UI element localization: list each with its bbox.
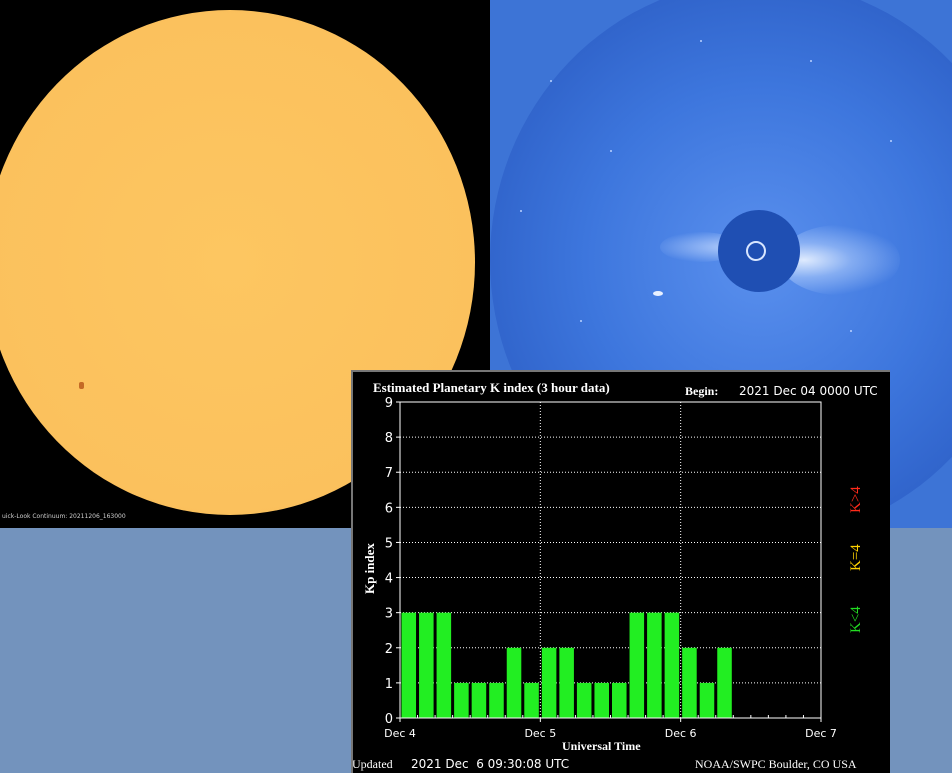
kp-bar (454, 682, 469, 718)
y-axis-label: Kp index (362, 543, 377, 594)
kp-bar (471, 682, 487, 718)
star-speck (850, 330, 852, 332)
kp-bar (524, 682, 539, 718)
plot-frame (399, 401, 822, 719)
kp-bar (559, 647, 574, 718)
y-tick-label: 7 (385, 466, 393, 481)
star-speck (890, 140, 892, 142)
kp-bar (612, 682, 627, 718)
y-tick-label: 6 (385, 501, 393, 516)
kp-bar (647, 612, 662, 718)
y-tick-label: 5 (385, 536, 393, 551)
begin-value: 2021 Dec 04 0000 UTC (739, 384, 878, 398)
legend-k-less-4: K<4 (848, 606, 864, 633)
star-speck (700, 40, 702, 42)
chart-title: Estimated Planetary K index (3 hour data… (373, 380, 610, 395)
kp-chart-svg: 0 1 2 3 4 5 6 7 8 9 Dec 4 Dec 5 Dec 6 Dec 7 Estimated… (353, 380, 878, 771)
kp-bar (664, 612, 680, 718)
kp-bar (401, 612, 417, 718)
y-tick-label: 8 (385, 431, 393, 446)
star-speck (550, 80, 552, 82)
x-tick-label: Dec 4 (384, 727, 416, 740)
y-tick-label: 9 (385, 396, 393, 411)
sun-position-ring (746, 241, 766, 261)
kp-bar (489, 682, 504, 718)
kp-bar (506, 647, 522, 718)
star-speck (520, 210, 522, 212)
credit-text: NOAA/SWPC Boulder, CO USA (695, 757, 857, 771)
kp-bar (594, 682, 609, 718)
kp-index-chart: 0 1 2 3 4 5 6 7 8 9 Dec 4 Dec 5 Dec 6 Dec 7 Estimated… (351, 370, 890, 773)
kp-bar (717, 647, 732, 718)
kp-bar (436, 612, 452, 718)
updated-label: Updated (353, 757, 393, 771)
bright-star (653, 291, 663, 296)
begin-label: Begin: (685, 384, 718, 398)
kp-bar (541, 647, 557, 718)
x-tick-label: Dec 7 (805, 727, 837, 740)
x-axis-label: Universal Time (562, 739, 641, 753)
legend-k-equal-4: K=4 (848, 544, 864, 571)
star-speck (610, 150, 612, 152)
x-tick-label: Dec 5 (524, 727, 556, 740)
sunspot (79, 382, 84, 389)
legend-k-greater-4: K>4 (848, 486, 864, 513)
kp-bar (699, 682, 715, 718)
kp-bar (682, 647, 697, 718)
y-tick-label: 1 (385, 677, 393, 692)
y-tick-label: 0 (385, 712, 393, 727)
kp-bar (419, 612, 434, 718)
kp-bar (629, 612, 645, 718)
star-speck (810, 60, 812, 62)
star-speck (580, 320, 582, 322)
y-tick-label: 2 (385, 642, 393, 657)
y-tick-label: 4 (385, 572, 393, 587)
y-tick-label: 3 (385, 607, 393, 622)
x-tick-label: Dec 6 (665, 727, 697, 740)
updated-value: 2021 Dec 6 09:30:08 UTC (411, 757, 569, 771)
kp-bar (576, 682, 592, 718)
sdo-image-caption: uick-Look Continuum: 20211206_163000 (2, 513, 126, 520)
